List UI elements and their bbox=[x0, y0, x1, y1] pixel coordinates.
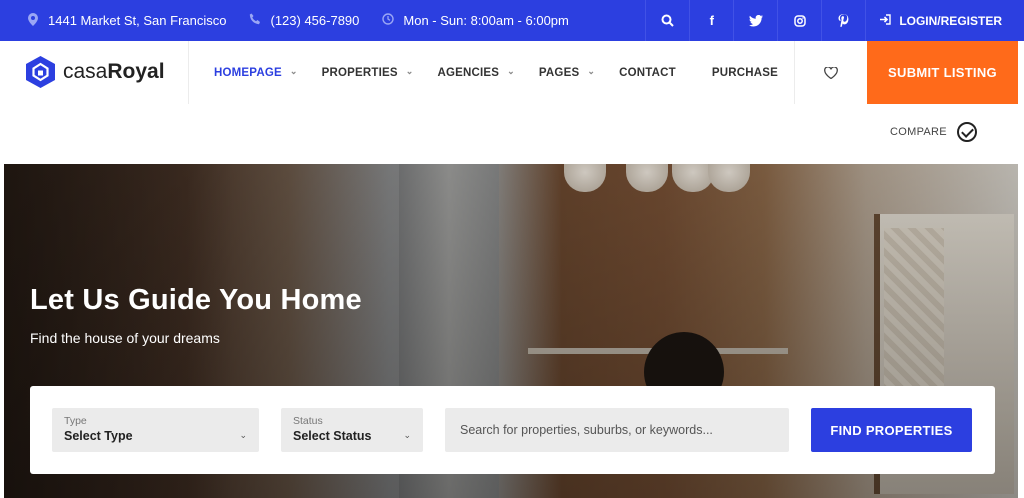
status-select[interactable]: Status Select Status ⌄ bbox=[281, 408, 423, 452]
facebook-icon[interactable]: f bbox=[689, 0, 733, 41]
nav-label: AGENCIES bbox=[437, 66, 500, 79]
contact-info: 1441 Market St, San Francisco (123) 456-… bbox=[0, 0, 591, 41]
hero-title: Let Us Guide You Home bbox=[30, 284, 362, 316]
topbar-actions: f LOGIN/REGISTER bbox=[645, 0, 1024, 41]
chevron-down-icon: ⌄ bbox=[507, 66, 515, 76]
login-register-link[interactable]: LOGIN/REGISTER bbox=[865, 0, 1024, 41]
type-select-value: Select Type bbox=[64, 429, 133, 443]
property-search-panel: Type Select Type ⌄ Status Select Status … bbox=[30, 386, 995, 474]
search-icon[interactable] bbox=[645, 0, 689, 41]
site-logo[interactable]: casaRoyal bbox=[26, 56, 165, 88]
chevron-down-icon: ⌄ bbox=[403, 430, 411, 440]
twitter-icon[interactable] bbox=[733, 0, 777, 41]
find-properties-button[interactable]: FIND PROPERTIES bbox=[811, 408, 972, 452]
hero-banner: Let Us Guide You Home Find the house of … bbox=[4, 164, 1018, 498]
compare-link[interactable]: COMPARE bbox=[890, 122, 977, 142]
nav-item-properties[interactable]: PROPERTIES ⌄ bbox=[321, 66, 414, 79]
nav-item-pages[interactable]: PAGES ⌄ bbox=[538, 66, 596, 79]
logo-hexagon-icon bbox=[26, 56, 55, 88]
status-select-value: Select Status bbox=[293, 429, 372, 443]
compare-label: COMPARE bbox=[890, 126, 947, 138]
nav-item-purchase[interactable]: PURCHASE bbox=[712, 67, 778, 79]
phone-text: (123) 456-7890 bbox=[270, 13, 360, 28]
instagram-icon[interactable] bbox=[777, 0, 821, 41]
hours-text: Mon - Sun: 8:00am - 6:00pm bbox=[403, 13, 569, 28]
pinterest-icon[interactable] bbox=[821, 0, 865, 41]
logo-text: casaRoyal bbox=[63, 60, 165, 84]
header-divider bbox=[188, 41, 189, 104]
logo-text-light: casa bbox=[63, 60, 108, 83]
logo-text-bold: Royal bbox=[107, 60, 165, 83]
chevron-down-icon: ⌄ bbox=[587, 66, 596, 76]
nav-item-homepage[interactable]: HOMEPAGE ⌄ bbox=[214, 66, 298, 79]
nav-item-agencies[interactable]: AGENCIES ⌄ bbox=[437, 66, 515, 79]
phone-icon bbox=[248, 13, 262, 28]
header-divider bbox=[794, 41, 795, 104]
main-header: casaRoyal HOMEPAGE ⌄ PROPERTIES ⌄ AGENCIES… bbox=[0, 41, 1018, 104]
type-select-label: Type bbox=[64, 415, 87, 427]
nav-label: PAGES bbox=[538, 66, 580, 79]
heart-icon[interactable] bbox=[820, 62, 842, 84]
nav-label: HOMEPAGE bbox=[214, 66, 282, 79]
nav-label: PROPERTIES bbox=[321, 66, 398, 79]
nav-label: PURCHASE bbox=[711, 66, 778, 79]
sign-in-icon bbox=[880, 13, 892, 28]
address-item: 1441 Market St, San Francisco bbox=[26, 12, 227, 29]
phone-item[interactable]: (123) 456-7890 bbox=[248, 13, 359, 28]
location-pin-icon bbox=[26, 12, 40, 29]
login-label: LOGIN/REGISTER bbox=[899, 13, 1002, 28]
address-text: 1441 Market St, San Francisco bbox=[48, 13, 227, 28]
check-circle-icon bbox=[956, 122, 977, 142]
nav-label: CONTACT bbox=[619, 66, 676, 79]
submit-listing-button[interactable]: SUBMIT LISTING bbox=[867, 41, 1018, 104]
main-nav: HOMEPAGE ⌄ PROPERTIES ⌄ AGENCIES ⌄ PAGES ⌄ C… bbox=[214, 41, 802, 104]
clock-icon bbox=[381, 13, 395, 28]
hero-subtitle: Find the house of your dreams bbox=[30, 330, 220, 346]
nav-item-contact[interactable]: CONTACT bbox=[619, 67, 676, 79]
chevron-down-icon: ⌄ bbox=[405, 66, 414, 76]
top-bar: 1441 Market St, San Francisco (123) 456-… bbox=[0, 0, 1024, 41]
type-select[interactable]: Type Select Type ⌄ bbox=[52, 408, 259, 452]
keyword-search-input[interactable] bbox=[445, 408, 789, 452]
status-select-label: Status bbox=[293, 415, 323, 427]
hours-item: Mon - Sun: 8:00am - 6:00pm bbox=[381, 13, 569, 28]
chevron-down-icon: ⌄ bbox=[239, 430, 247, 440]
chevron-down-icon: ⌄ bbox=[289, 66, 298, 76]
